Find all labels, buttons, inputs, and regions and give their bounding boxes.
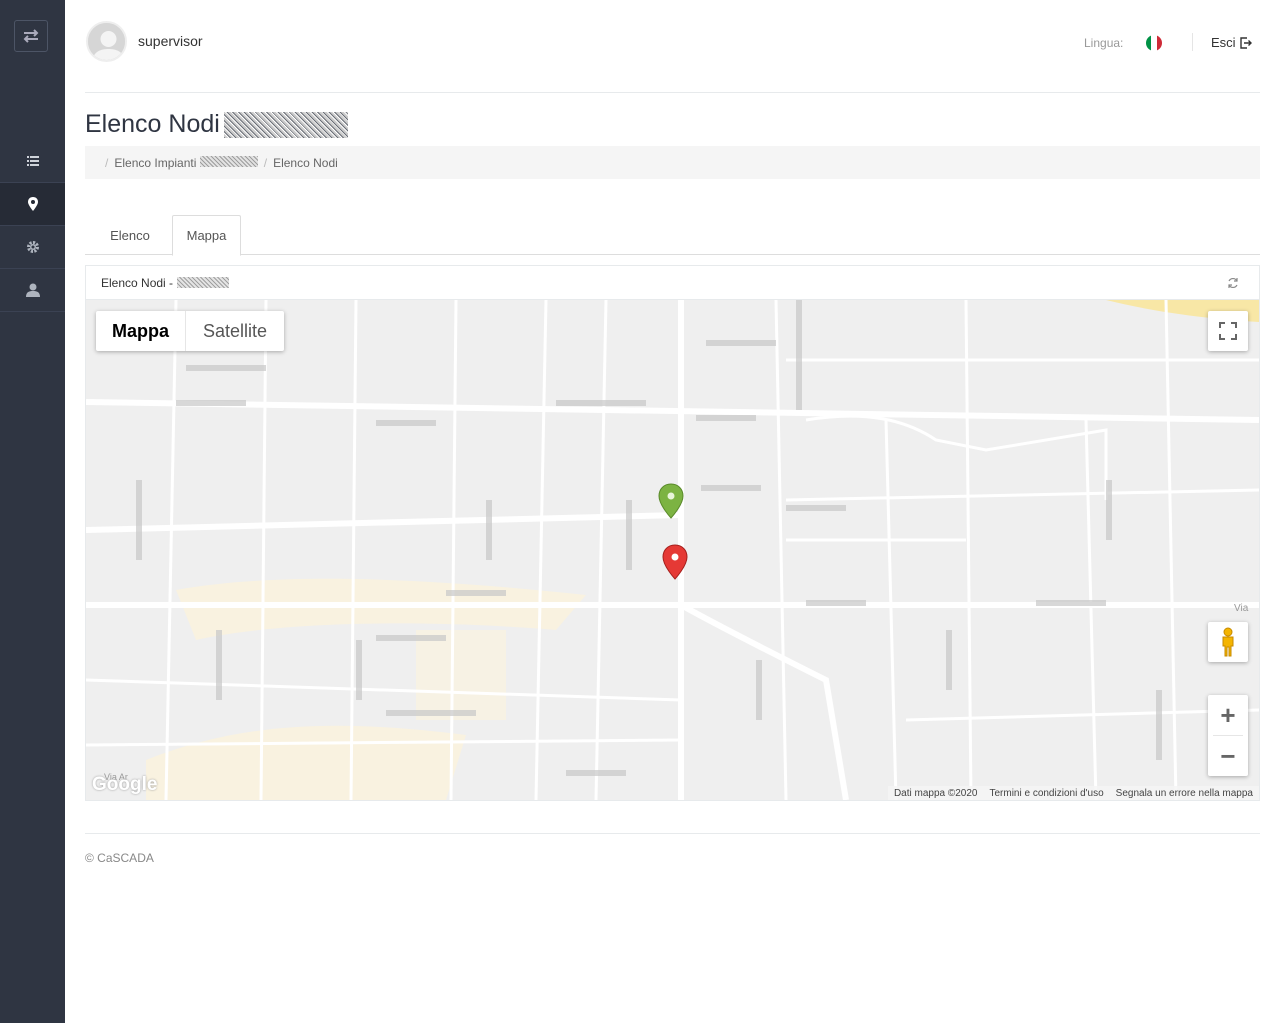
logout-button[interactable]: Esci [1211,35,1252,50]
logout-label: Esci [1211,35,1236,50]
sidebar-item-map[interactable] [0,183,65,226]
fullscreen-button[interactable] [1208,311,1248,351]
swap-arrows-icon [23,29,39,43]
map-type-map-button[interactable]: Mappa [96,311,186,351]
map-canvas[interactable]: Via Via Ar Mappa Satellite + − Google Da… [86,300,1259,800]
report-error-link[interactable]: Segnala un errore nella mappa [1116,788,1253,799]
green-marker-icon[interactable] [658,483,684,519]
sign-out-icon [1239,36,1252,49]
map-data-attribution[interactable]: Dati mappa ©2020 [894,788,978,799]
refresh-icon[interactable] [1227,277,1239,289]
panel-header: Elenco Nodi - [86,266,1259,300]
map-type-control: Mappa Satellite [96,311,284,351]
tab-elenco[interactable]: Elenco [95,215,165,255]
redacted-text [177,277,230,288]
language-label: Lingua: [1084,36,1124,50]
zoom-out-button[interactable]: − [1208,736,1248,776]
sidebar-item-list[interactable] [0,140,65,183]
header-divider [1192,33,1193,51]
map-type-satellite-button[interactable]: Satellite [186,311,284,351]
sidebar [0,0,65,1023]
street-view-pegman[interactable] [1208,622,1248,662]
sidebar-item-settings[interactable] [0,226,65,269]
footer-copyright: © CaSCADA [85,851,154,865]
terms-link[interactable]: Termini e condizioni d'uso [989,788,1103,799]
header-divider-line [85,92,1260,93]
tab-mappa[interactable]: Mappa [172,215,241,256]
username: supervisor [138,33,203,49]
breadcrumb-separator: / [105,155,109,170]
italian-flag-icon[interactable] [1146,35,1162,51]
footer-divider [85,833,1260,834]
list-icon [26,156,39,166]
zoom-control: + − [1208,695,1248,776]
map-pin-icon [27,197,38,211]
user-avatar-icon [88,23,125,60]
zoom-in-button[interactable]: + [1208,695,1248,735]
breadcrumb-item-impianti[interactable]: Elenco Impianti [114,155,258,170]
pegman-icon [1222,627,1234,657]
map-attribution: Dati mappa ©2020 Termini e condizioni d'… [887,786,1259,800]
tab-bar: Elenco Mappa [85,215,1260,256]
sidebar-nav [0,140,65,312]
breadcrumb: / Elenco Impianti / Elenco Nodi [85,146,1260,179]
breadcrumb-item-nodi: Elenco Nodi [273,155,338,170]
sidebar-item-user[interactable] [0,269,65,312]
breadcrumb-separator: / [263,155,268,170]
street-label: Via [1234,603,1249,614]
avatar[interactable] [86,21,127,62]
redacted-text [223,112,348,139]
breadcrumb-item-impianti-label: Elenco Impianti [114,155,197,170]
google-logo: Google [92,774,158,795]
fullscreen-icon [1219,322,1237,340]
page-title-text: Elenco Nodi [85,110,220,138]
gear-icon [26,241,39,253]
map-panel: Elenco Nodi - Via Via Ar Mappa Satellite… [85,265,1260,801]
red-marker-icon[interactable] [662,544,688,580]
sidebar-toggle-button[interactable] [14,20,48,52]
panel-title: Elenco Nodi - [101,275,174,290]
user-icon [25,283,40,297]
page-title: Elenco Nodi [85,110,348,139]
redacted-text [199,155,258,167]
